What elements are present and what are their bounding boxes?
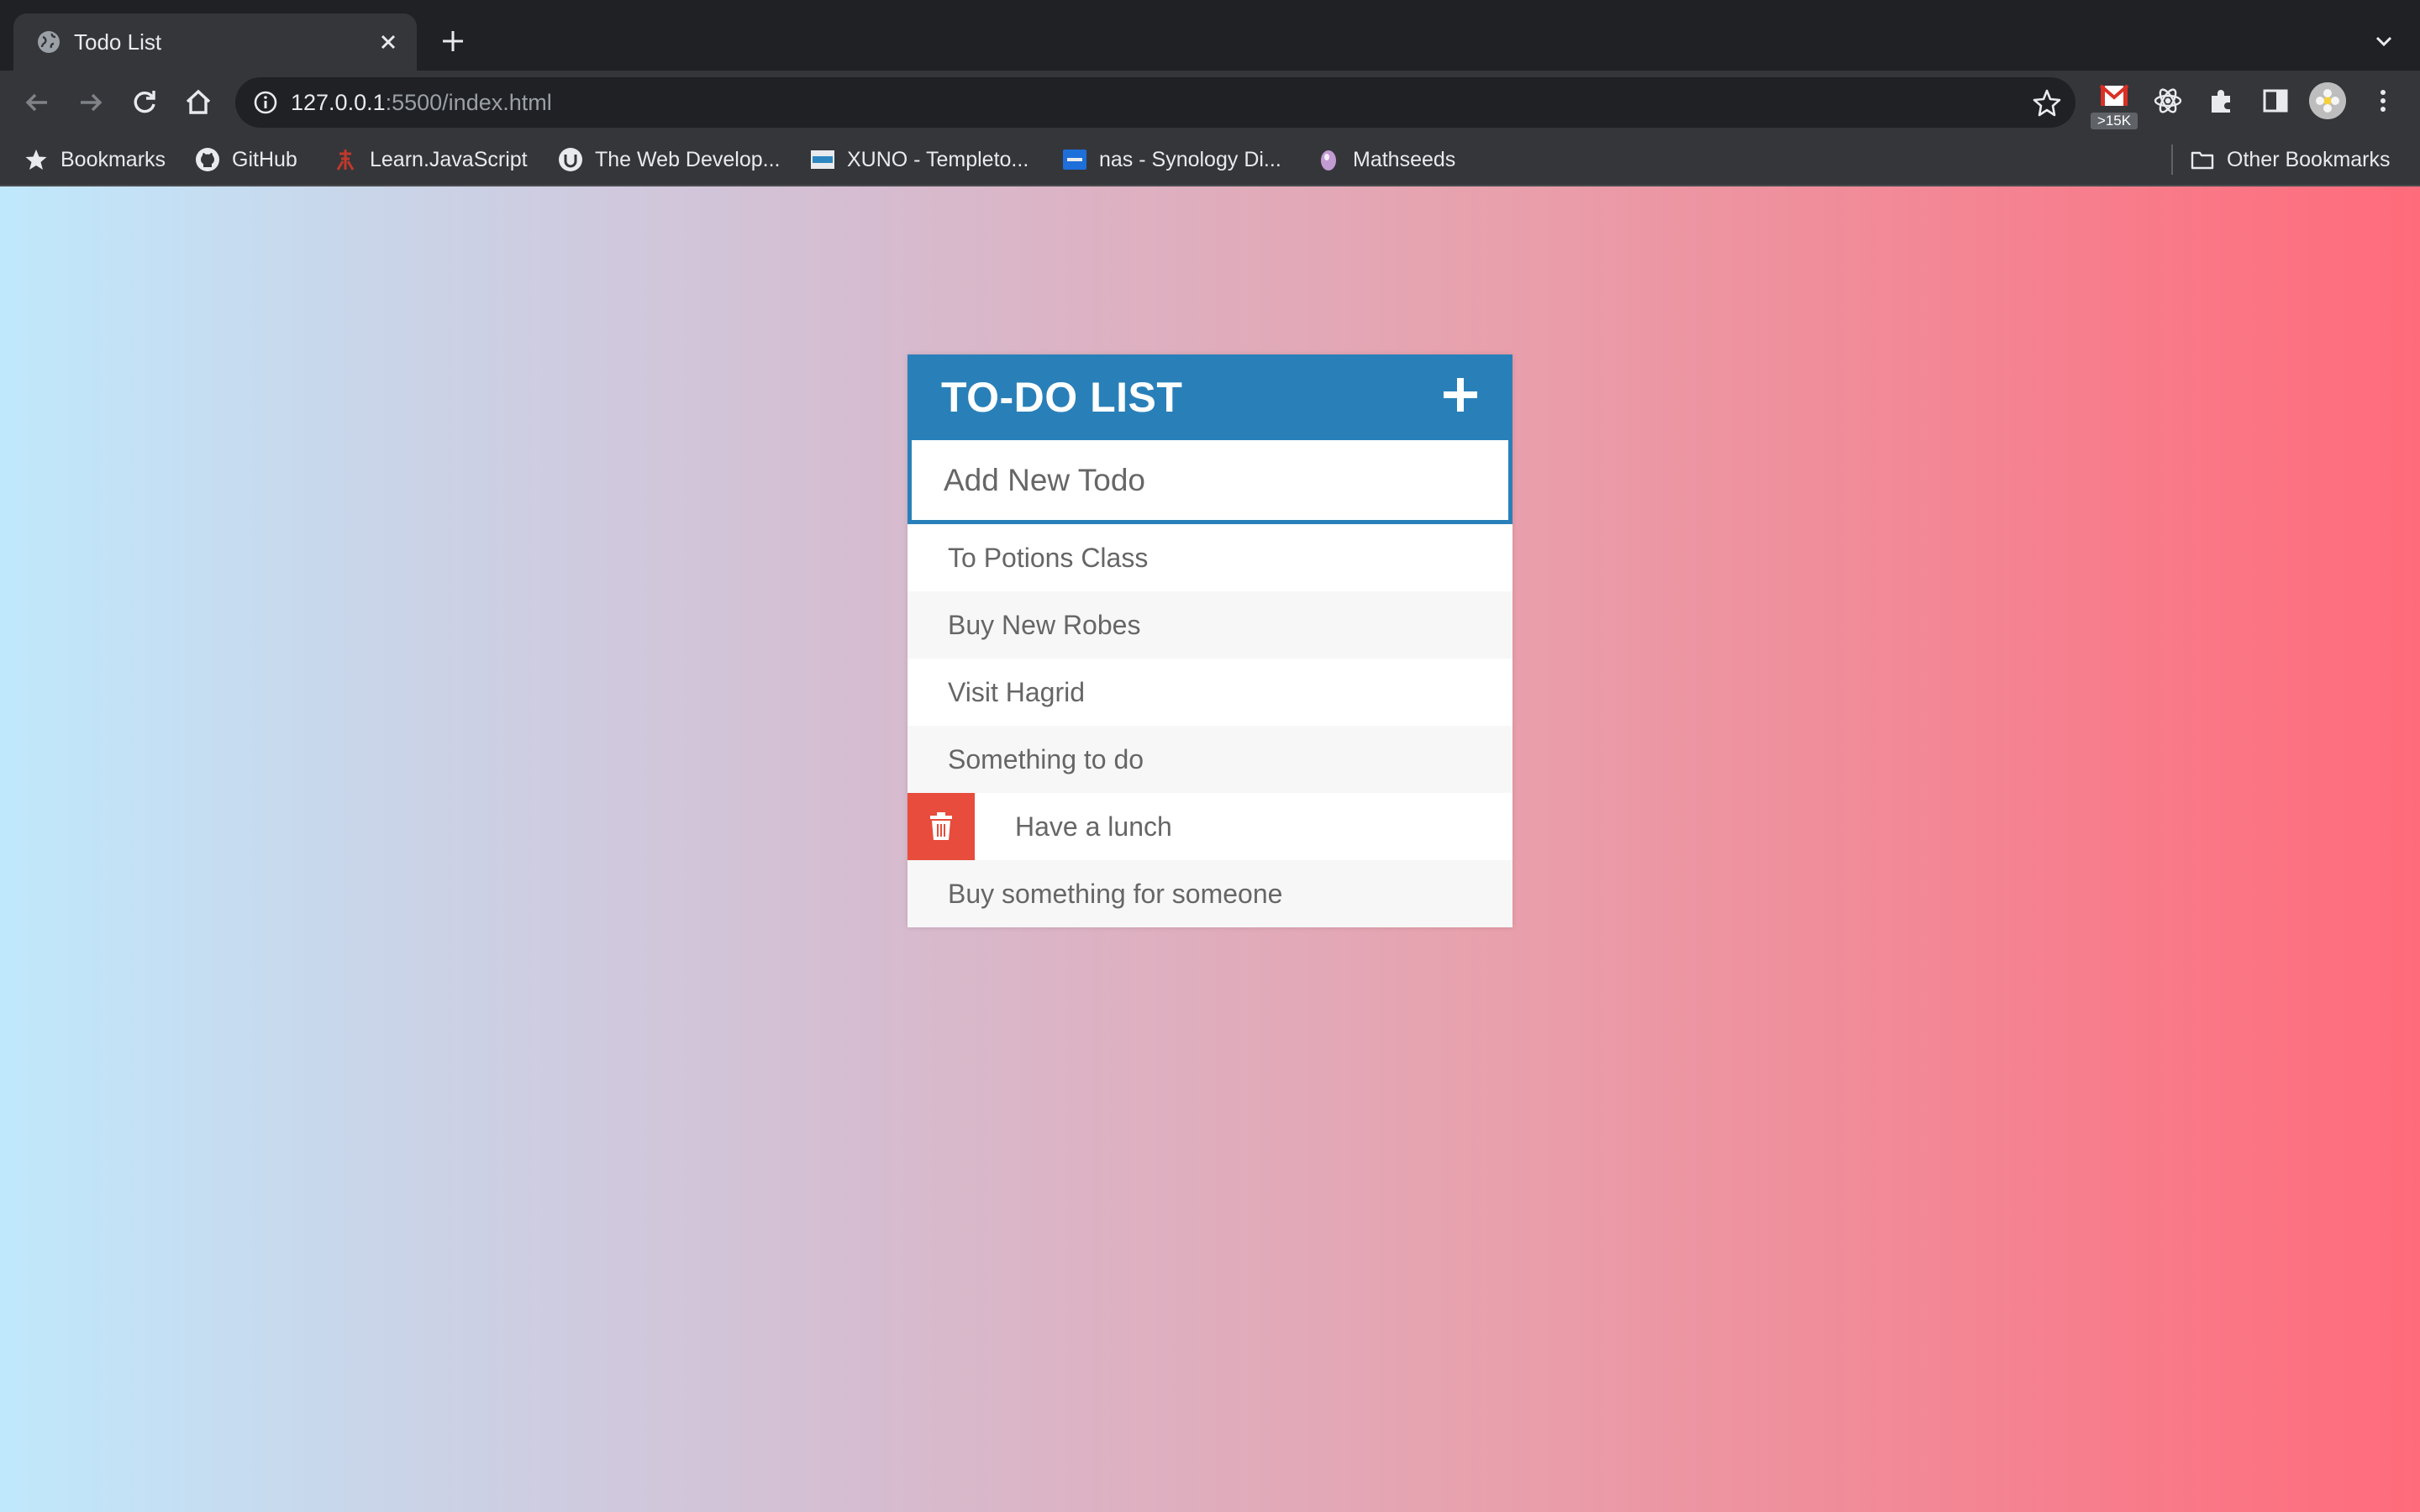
- bookmark-synology[interactable]: nas - Synology Di...: [1062, 143, 1281, 176]
- bookmark-label: The Web Develop...: [595, 147, 781, 171]
- active-tab[interactable]: Todo List: [13, 13, 417, 71]
- page-background: TO-DO LIST To Potions Class Buy New Robe…: [0, 186, 2420, 1512]
- tab-title: Todo List: [74, 29, 162, 55]
- todo-item[interactable]: Something to do: [908, 726, 1512, 793]
- learnjs-icon: [336, 150, 355, 171]
- profile-avatar[interactable]: [2309, 82, 2346, 119]
- bookmark-label: Bookmarks: [60, 147, 166, 171]
- gmail-icon: [2099, 84, 2129, 106]
- github-icon: [196, 148, 219, 171]
- bookmark-label: Other Bookmarks: [2227, 147, 2391, 171]
- todo-item-text: Have a lunch: [1015, 811, 1172, 842]
- gmail-count-badge: >15K: [2091, 113, 2138, 129]
- home-icon[interactable]: [180, 84, 217, 121]
- side-panel-icon[interactable]: [2257, 82, 2294, 119]
- chevron-down-icon[interactable]: [2371, 29, 2396, 54]
- todo-input-wrapper: [908, 438, 1512, 524]
- new-todo-input[interactable]: [912, 440, 1508, 520]
- trash-icon: [930, 812, 952, 840]
- bookmark-label: nas - Synology Di...: [1099, 147, 1281, 171]
- close-tab-icon[interactable]: [375, 29, 402, 55]
- todo-item[interactable]: Buy something for someone: [908, 860, 1512, 927]
- todo-item-text: To Potions Class: [948, 543, 1149, 573]
- info-icon[interactable]: [252, 89, 279, 116]
- xuno-icon: [811, 150, 834, 169]
- todo-title: TO-DO LIST: [941, 374, 1183, 421]
- tab-strip: Todo List: [0, 0, 2420, 71]
- star-icon: [25, 150, 47, 170]
- back-icon[interactable]: [18, 84, 55, 121]
- bookmark-web-developer[interactable]: The Web Develop...: [558, 143, 780, 176]
- plus-icon[interactable]: [1439, 373, 1482, 417]
- forward-icon[interactable]: [72, 84, 109, 121]
- bookmark-label: GitHub: [232, 147, 297, 171]
- synology-icon: [1063, 150, 1086, 170]
- url-host: 127.0.0.1: [291, 90, 386, 115]
- todo-list: To Potions Class Buy New Robes Visit Hag…: [908, 524, 1512, 927]
- bookmarks-bar: Bookmarks GitHub Learn.JavaScript The We…: [0, 134, 2420, 186]
- todo-item-text: Buy New Robes: [948, 610, 1141, 640]
- url-text: 127.0.0.1:5500/index.html: [291, 89, 552, 116]
- webdev-icon: [559, 148, 582, 171]
- todo-item-text: Buy something for someone: [948, 879, 1283, 909]
- bookmark-label: XUNO - Templeto...: [847, 147, 1029, 171]
- bookmark-learn-javascript[interactable]: Learn.JavaScript: [333, 143, 528, 176]
- browser-toolbar: 127.0.0.1:5500/index.html >15K: [0, 71, 2420, 134]
- flower-icon: [2309, 82, 2346, 119]
- bookmark-xuno[interactable]: XUNO - Templeto...: [810, 143, 1028, 176]
- todo-item-hovered[interactable]: Have a lunch: [908, 793, 1512, 860]
- bookmark-label: Mathseeds: [1353, 147, 1456, 171]
- bookmark-mathseeds[interactable]: Mathseeds: [1316, 143, 1455, 176]
- extensions-puzzle-icon[interactable]: [2203, 82, 2240, 119]
- address-bar[interactable]: 127.0.0.1:5500/index.html: [235, 77, 2075, 128]
- todo-item-text: Visit Hagrid: [948, 677, 1086, 707]
- bookmark-github[interactable]: GitHub: [195, 143, 297, 176]
- todo-header: TO-DO LIST: [908, 354, 1512, 438]
- kebab-menu-icon[interactable]: [2365, 82, 2402, 119]
- todo-container: TO-DO LIST To Potions Class Buy New Robe…: [908, 354, 1512, 927]
- todo-item[interactable]: To Potions Class: [908, 524, 1512, 591]
- globe-icon: [38, 31, 60, 53]
- todo-item-text: Something to do: [948, 744, 1144, 774]
- react-devtools-icon[interactable]: [2149, 82, 2186, 119]
- gmail-extension[interactable]: >15K: [2091, 82, 2138, 129]
- todo-item[interactable]: Visit Hagrid: [908, 659, 1512, 726]
- bookmark-label: Learn.JavaScript: [370, 147, 528, 171]
- delete-todo-button[interactable]: [908, 793, 975, 860]
- folder-icon: [2191, 151, 2214, 170]
- bookmarks-divider: [2171, 144, 2173, 175]
- new-tab-icon[interactable]: [437, 25, 469, 57]
- reload-icon[interactable]: [126, 84, 163, 121]
- todo-item[interactable]: Buy New Robes: [908, 591, 1512, 659]
- url-path: :5500/index.html: [385, 90, 552, 115]
- bookmark-bookmarks[interactable]: Bookmarks: [24, 143, 166, 176]
- bookmark-star-icon[interactable]: [2032, 87, 2062, 118]
- bookmark-other[interactable]: Other Bookmarks: [2190, 143, 2391, 176]
- mathseeds-icon: [1321, 150, 1336, 171]
